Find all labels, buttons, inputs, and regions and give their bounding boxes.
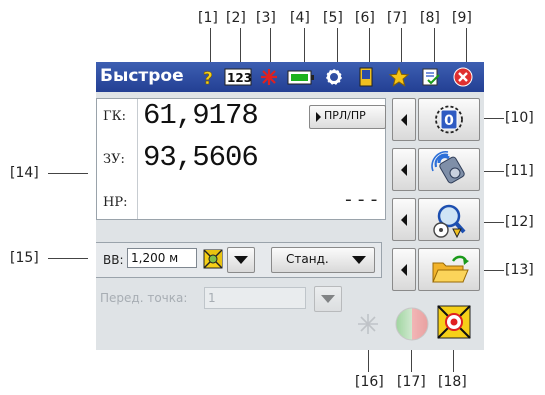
target-search-arrow-button[interactable]: [392, 198, 416, 241]
input-mode-label: 123: [227, 71, 252, 85]
settings-icon[interactable]: [323, 66, 345, 88]
target-type-dropdown-button[interactable]: [227, 247, 255, 273]
hz-angle-value: 61,9178: [143, 99, 259, 132]
triangle-left-icon: [401, 114, 407, 126]
triangle-left-icon: [401, 264, 407, 276]
zero-set-arrow-button[interactable]: [392, 98, 416, 141]
leader-line: [270, 28, 271, 64]
slope-dist-value: ---: [343, 191, 382, 211]
callout-5: [5]: [323, 10, 343, 26]
zero-label: 0: [444, 113, 454, 129]
label-separator: [137, 99, 138, 219]
callout-17: [17]: [397, 374, 426, 390]
measurement-panel: ГК: 61,9178 ЗУ: 93,5606 НР: --- ПРЛ/ПР: [96, 98, 386, 220]
callout-15: [15]: [10, 250, 39, 266]
target-search-button[interactable]: [418, 198, 480, 241]
checklist-icon[interactable]: [420, 66, 442, 88]
callout-3: [3]: [256, 10, 276, 26]
measure-button[interactable]: [418, 148, 480, 191]
leader-line: [304, 28, 305, 64]
prev-point-input[interactable]: [204, 287, 306, 309]
triangle-right-icon: [316, 112, 321, 122]
measure-mode-label: Станд.: [286, 252, 329, 266]
guide-light-icon[interactable]: [394, 306, 430, 346]
leader-line: [337, 28, 338, 64]
measure-arrow-button[interactable]: [392, 148, 416, 191]
leader-line: [466, 28, 467, 64]
slope-dist-label: НР:: [103, 195, 128, 210]
callout-6: [6]: [355, 10, 375, 26]
laser-icon[interactable]: [258, 66, 280, 88]
leader-line: [434, 28, 435, 64]
title-bar: Быстрое ? 123: [96, 62, 484, 92]
prism-target-icon[interactable]: [203, 249, 223, 273]
help-icon[interactable]: ?: [197, 66, 219, 90]
leader-line: [48, 173, 88, 174]
prev-point-label: Перед. точка:: [100, 291, 188, 305]
callout-8: [8]: [420, 10, 440, 26]
battery-icon: [287, 66, 315, 88]
callout-11: [11]: [505, 163, 534, 179]
open-folder-arrow-button[interactable]: [392, 248, 416, 291]
face-toggle-button[interactable]: ПРЛ/ПР: [309, 105, 386, 129]
v-angle-label: ЗУ:: [103, 152, 125, 167]
callout-2: [2]: [226, 10, 246, 26]
hz-angle-label: ГК:: [103, 109, 127, 124]
target-height-input[interactable]: [127, 248, 197, 268]
callout-9: [9]: [452, 10, 472, 26]
chevron-down-icon: [234, 256, 248, 264]
callout-14: [14]: [10, 165, 39, 181]
target-height-panel: ВВ: Станд.: [96, 242, 382, 278]
prev-point-dropdown-button[interactable]: [314, 286, 342, 312]
callout-18: [18]: [438, 374, 467, 390]
callout-12: [12]: [505, 214, 534, 230]
callout-1: [1]: [198, 10, 218, 26]
target-search-icon: [433, 204, 466, 239]
favorites-icon[interactable]: [388, 66, 410, 88]
face-toggle-label: ПРЛ/ПР: [324, 109, 366, 122]
callout-16: [16]: [355, 374, 384, 390]
device-icon[interactable]: [355, 66, 377, 88]
chevron-down-icon: [321, 295, 335, 303]
laser-pointer-icon[interactable]: [354, 310, 382, 342]
open-folder-icon: [432, 255, 469, 283]
open-folder-button[interactable]: [418, 248, 480, 291]
measure-mode-dropdown[interactable]: Станд.: [271, 247, 375, 273]
app-title: Быстрое: [100, 66, 184, 86]
leader-line: [240, 28, 241, 64]
callout-10: [10]: [505, 110, 534, 126]
input-mode-icon[interactable]: 123: [224, 66, 252, 88]
triangle-left-icon: [401, 214, 407, 226]
triangle-left-icon: [401, 164, 407, 176]
callout-7: [7]: [387, 10, 407, 26]
leader-line: [210, 28, 211, 64]
leader-line: [369, 28, 370, 64]
zero-set-icon: 0: [435, 105, 463, 134]
leader-line: [401, 28, 402, 64]
device-screen: Быстрое ? 123 ГК: 61,9178 ЗУ: 93,5606 НР…: [96, 62, 484, 350]
chevron-down-icon: [352, 256, 366, 264]
target-height-label: ВВ:: [103, 253, 124, 267]
callout-4: [4]: [290, 10, 310, 26]
close-icon[interactable]: [452, 66, 474, 88]
callout-13: [13]: [505, 262, 534, 278]
prism-status-icon[interactable]: [436, 304, 472, 344]
zero-set-button[interactable]: 0: [418, 98, 480, 141]
leader-line: [48, 258, 88, 259]
help-glyph: ?: [203, 69, 213, 88]
v-angle-value: 93,5606: [143, 141, 259, 174]
measure-icon: [431, 151, 465, 184]
